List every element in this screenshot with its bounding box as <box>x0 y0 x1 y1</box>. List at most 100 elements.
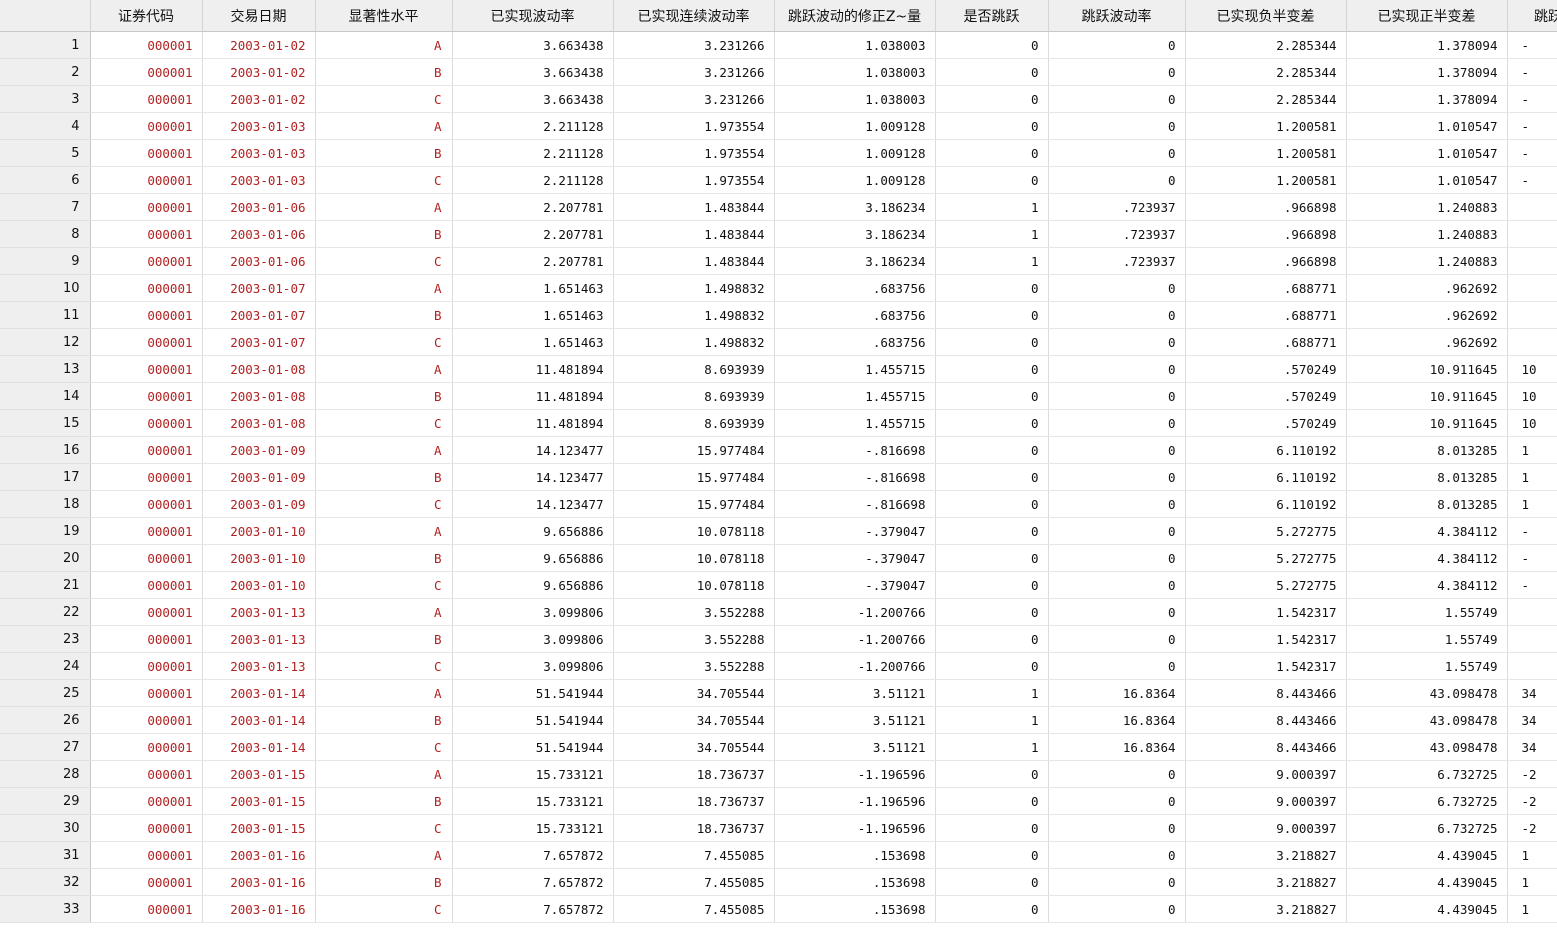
cell-jump-z-statistic[interactable]: -1.200766 <box>774 625 936 653</box>
cell-truncated[interactable]: 10 <box>1507 355 1557 383</box>
cell-positive-semivariance[interactable]: 8.013285 <box>1346 436 1508 464</box>
cell-negative-semivariance[interactable]: 1.200581 <box>1185 112 1347 140</box>
cell-jump-volatility[interactable]: 0 <box>1048 112 1186 140</box>
cell-stock-code[interactable]: 000001 <box>90 652 203 680</box>
cell-is-jump[interactable]: 0 <box>935 625 1049 653</box>
cell-significance-level[interactable]: A <box>315 193 453 221</box>
cell-stock-code[interactable]: 000001 <box>90 247 203 275</box>
cell-realized-volatility[interactable]: 2.207781 <box>452 247 614 275</box>
cell-jump-z-statistic[interactable]: .153698 <box>774 895 936 923</box>
table-row[interactable]: 29 000001 2003-01-15 B 15.733121 18.736737 -1.… <box>0 787 1557 815</box>
cell-trade-date[interactable]: 2003-01-10 <box>202 517 316 545</box>
cell-truncated[interactable]: -2 <box>1507 814 1557 842</box>
cell-realized-continuous-volatility[interactable]: 3.231266 <box>613 85 775 113</box>
cell-trade-date[interactable]: 2003-01-09 <box>202 490 316 518</box>
cell-stock-code[interactable]: 000001 <box>90 706 203 734</box>
cell-trade-date[interactable]: 2003-01-14 <box>202 679 316 707</box>
cell-realized-continuous-volatility[interactable]: 8.693939 <box>613 382 775 410</box>
cell-significance-level[interactable]: A <box>315 355 453 383</box>
cell-realized-continuous-volatility[interactable]: 15.977484 <box>613 463 775 491</box>
cell-negative-semivariance[interactable]: .688771 <box>1185 301 1347 329</box>
cell-jump-z-statistic[interactable]: .153698 <box>774 841 936 869</box>
cell-significance-level[interactable]: B <box>315 58 453 86</box>
cell-negative-semivariance[interactable]: 3.218827 <box>1185 868 1347 896</box>
cell-realized-volatility[interactable]: 3.099806 <box>452 598 614 626</box>
cell-negative-semivariance[interactable]: 6.110192 <box>1185 490 1347 518</box>
table-row[interactable]: 7 000001 2003-01-06 A 2.207781 1.483844 3.1862… <box>0 193 1557 221</box>
cell-significance-level[interactable]: B <box>315 301 453 329</box>
cell-trade-date[interactable]: 2003-01-08 <box>202 382 316 410</box>
cell-realized-continuous-volatility[interactable]: 34.705544 <box>613 706 775 734</box>
cell-truncated[interactable]: 10 <box>1507 409 1557 437</box>
cell-is-jump[interactable]: 1 <box>935 220 1049 248</box>
cell-realized-continuous-volatility[interactable]: 8.693939 <box>613 355 775 383</box>
cell-positive-semivariance[interactable]: 1.378094 <box>1346 58 1508 86</box>
table-row[interactable]: 30 000001 2003-01-15 C 15.733121 18.736737 -1.… <box>0 814 1557 842</box>
cell-jump-z-statistic[interactable]: 3.51121 <box>774 733 936 761</box>
cell-jump-z-statistic[interactable]: 1.009128 <box>774 112 936 140</box>
cell-truncated[interactable] <box>1507 652 1557 680</box>
cell-trade-date[interactable]: 2003-01-02 <box>202 85 316 113</box>
table-row[interactable]: 6 000001 2003-01-03 C 2.211128 1.973554 1.0091… <box>0 166 1557 194</box>
row-number[interactable]: 29 <box>0 787 91 815</box>
cell-truncated[interactable]: 1 <box>1507 463 1557 491</box>
cell-truncated[interactable]: 1 <box>1507 841 1557 869</box>
cell-truncated[interactable]: 34 <box>1507 733 1557 761</box>
cell-jump-z-statistic[interactable]: -.379047 <box>774 544 936 572</box>
cell-negative-semivariance[interactable]: 5.272775 <box>1185 544 1347 572</box>
row-number[interactable]: 13 <box>0 355 91 383</box>
cell-truncated[interactable]: - <box>1507 166 1557 194</box>
cell-significance-level[interactable]: C <box>315 166 453 194</box>
cell-significance-level[interactable]: C <box>315 652 453 680</box>
cell-negative-semivariance[interactable]: 2.285344 <box>1185 58 1347 86</box>
cell-jump-z-statistic[interactable]: 1.455715 <box>774 409 936 437</box>
table-row[interactable]: 13 000001 2003-01-08 A 11.481894 8.693939 1.45… <box>0 355 1557 383</box>
cell-stock-code[interactable]: 000001 <box>90 112 203 140</box>
cell-is-jump[interactable]: 1 <box>935 706 1049 734</box>
cell-jump-volatility[interactable]: 0 <box>1048 868 1186 896</box>
cell-significance-level[interactable]: A <box>315 274 453 302</box>
cell-stock-code[interactable]: 000001 <box>90 814 203 842</box>
cell-negative-semivariance[interactable]: .966898 <box>1185 220 1347 248</box>
cell-stock-code[interactable]: 000001 <box>90 85 203 113</box>
cell-realized-volatility[interactable]: 9.656886 <box>452 544 614 572</box>
cell-significance-level[interactable]: C <box>315 490 453 518</box>
row-number[interactable]: 18 <box>0 490 91 518</box>
table-row[interactable]: 27 000001 2003-01-14 C 51.541944 34.705544 3.5… <box>0 733 1557 761</box>
cell-is-jump[interactable]: 0 <box>935 895 1049 923</box>
cell-truncated[interactable] <box>1507 193 1557 221</box>
cell-positive-semivariance[interactable]: 4.384112 <box>1346 571 1508 599</box>
cell-jump-volatility[interactable]: 0 <box>1048 652 1186 680</box>
cell-negative-semivariance[interactable]: 8.443466 <box>1185 679 1347 707</box>
cell-truncated[interactable]: -2 <box>1507 787 1557 815</box>
cell-stock-code[interactable]: 000001 <box>90 409 203 437</box>
cell-realized-continuous-volatility[interactable]: 1.498832 <box>613 274 775 302</box>
cell-stock-code[interactable]: 000001 <box>90 868 203 896</box>
cell-jump-z-statistic[interactable]: 1.009128 <box>774 139 936 167</box>
cell-stock-code[interactable]: 000001 <box>90 382 203 410</box>
row-number[interactable]: 28 <box>0 760 91 788</box>
cell-stock-code[interactable]: 000001 <box>90 544 203 572</box>
row-number[interactable]: 27 <box>0 733 91 761</box>
cell-is-jump[interactable]: 0 <box>935 787 1049 815</box>
cell-realized-volatility[interactable]: 51.541944 <box>452 679 614 707</box>
row-number[interactable]: 9 <box>0 247 91 275</box>
cell-positive-semivariance[interactable]: 4.439045 <box>1346 895 1508 923</box>
table-row[interactable]: 19 000001 2003-01-10 A 9.656886 10.078118 -.37… <box>0 517 1557 545</box>
cell-jump-z-statistic[interactable]: -1.196596 <box>774 787 936 815</box>
cell-trade-date[interactable]: 2003-01-06 <box>202 220 316 248</box>
cell-positive-semivariance[interactable]: 1.55749 <box>1346 652 1508 680</box>
cell-positive-semivariance[interactable]: 1.010547 <box>1346 112 1508 140</box>
cell-jump-z-statistic[interactable]: -.816698 <box>774 436 936 464</box>
cell-stock-code[interactable]: 000001 <box>90 895 203 923</box>
cell-trade-date[interactable]: 2003-01-07 <box>202 301 316 329</box>
cell-stock-code[interactable]: 000001 <box>90 31 203 59</box>
row-number[interactable]: 21 <box>0 571 91 599</box>
cell-is-jump[interactable]: 0 <box>935 490 1049 518</box>
cell-positive-semivariance[interactable]: 1.010547 <box>1346 139 1508 167</box>
cell-stock-code[interactable]: 000001 <box>90 517 203 545</box>
cell-negative-semivariance[interactable]: 1.542317 <box>1185 598 1347 626</box>
cell-jump-volatility[interactable]: 0 <box>1048 85 1186 113</box>
cell-is-jump[interactable]: 0 <box>935 841 1049 869</box>
table-row[interactable]: 10 000001 2003-01-07 A 1.651463 1.498832.6837… <box>0 274 1557 302</box>
